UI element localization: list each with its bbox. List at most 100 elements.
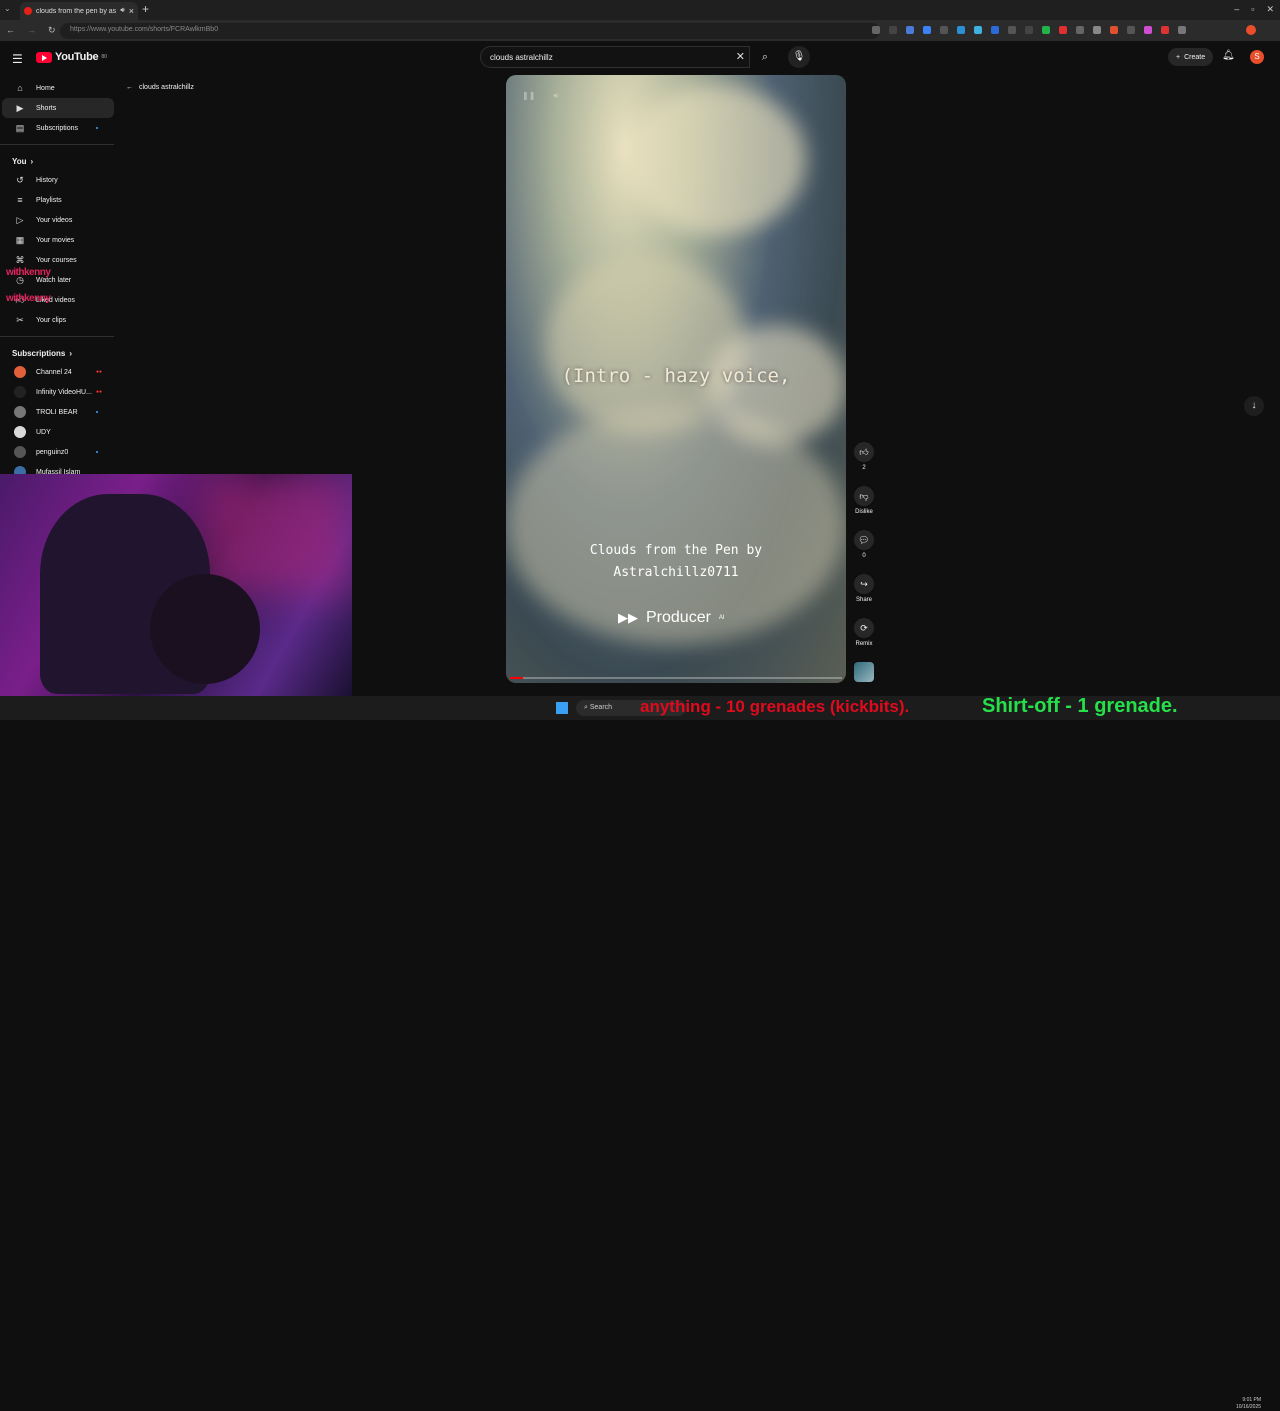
you-heading-label: You xyxy=(12,157,27,166)
back-label: clouds astralchillz xyxy=(139,84,194,91)
subscriptions-heading[interactable]: Subscriptions › xyxy=(0,343,114,362)
logo-text: YouTube xyxy=(55,51,99,63)
extension-icon[interactable] xyxy=(957,26,965,34)
tab-list-icon[interactable]: ⌄ xyxy=(4,4,11,13)
live-indicator-icon: ●● xyxy=(95,369,102,375)
youtube-logo[interactable]: YouTube 80 xyxy=(36,51,107,63)
tab-close-icon[interactable]: × xyxy=(129,6,134,16)
shorts-video-player[interactable]: ❚❚ 🔊︎ (Intro - hazy voice, Clouds from t… xyxy=(506,75,846,683)
dislike-action[interactable]: 👎︎ Dislike xyxy=(852,486,876,530)
extensions-puzzle-icon[interactable] xyxy=(1178,26,1186,34)
thumbs-down-icon[interactable]: 👎︎ xyxy=(854,486,874,506)
pause-icon[interactable]: ❚❚ xyxy=(522,91,535,101)
caption-line-2: Astralchillz0711 xyxy=(613,565,739,580)
subscriptions-heading-label: Subscriptions xyxy=(12,349,66,358)
new-tab-button[interactable]: + xyxy=(142,2,149,16)
search-input[interactable]: clouds astralchillz ✕ xyxy=(480,46,750,68)
sidebar-item-subscriptions[interactable]: ▤ Subscriptions xyxy=(2,118,114,138)
extension-icon[interactable] xyxy=(1025,26,1033,34)
extension-icon[interactable] xyxy=(974,26,982,34)
sidebar-item-label: Home xyxy=(36,84,55,92)
sidebar-item-your-movies[interactable]: ▦ Your movies xyxy=(2,230,114,250)
remix-icon[interactable]: ⟳ xyxy=(854,618,874,638)
clear-search-icon[interactable]: ✕ xyxy=(736,50,745,63)
extension-icon[interactable] xyxy=(872,26,880,34)
new-content-dot xyxy=(96,451,98,453)
extension-icon[interactable] xyxy=(1059,26,1067,34)
extension-icon[interactable] xyxy=(1127,26,1135,34)
extension-icon[interactable] xyxy=(991,26,999,34)
sidebar-channel-penguinz0[interactable]: penguinz0 xyxy=(2,442,114,462)
youtube-play-logo-icon xyxy=(36,51,52,63)
search-back-link[interactable]: ← clouds astralchillz xyxy=(126,84,194,91)
remix-action[interactable]: ⟳ Remix xyxy=(852,618,876,662)
back-icon[interactable]: ← xyxy=(6,25,15,36)
windows-start-icon[interactable] xyxy=(556,702,568,714)
nav-buttons: ← → ↻ xyxy=(6,25,56,36)
microphone-icon[interactable]: 🎙︎ xyxy=(788,46,810,68)
search-value: clouds astralchillz xyxy=(490,53,553,62)
sidebar-channel-udy[interactable]: UDY xyxy=(2,422,114,442)
browser-profile-avatar[interactable] xyxy=(1246,25,1256,35)
your-videos-icon: ▷ xyxy=(16,214,24,225)
thumbs-up-icon[interactable]: 👍︎ xyxy=(854,442,874,462)
sidebar-item-your-clips[interactable]: ✂ Your clips xyxy=(2,310,114,330)
extension-icon[interactable] xyxy=(923,26,931,34)
comments-action[interactable]: 💬︎ 0 xyxy=(852,530,876,574)
sidebar-channel-infinity[interactable]: Infinity VideoHU... ●● xyxy=(2,382,114,402)
bookmark-star-icon[interactable] xyxy=(889,26,897,34)
minimize-icon[interactable]: – xyxy=(1234,4,1239,15)
shorts-icon: ▶ xyxy=(16,102,24,113)
restore-icon[interactable]: ▫ xyxy=(1251,4,1254,15)
sound-thumbnail[interactable] xyxy=(854,662,874,682)
sidebar-item-playlists[interactable]: ≡ Playlists xyxy=(2,190,114,210)
producer-text: Producer xyxy=(646,609,711,626)
comment-icon[interactable]: 💬︎ xyxy=(854,530,874,550)
volume-icon[interactable]: 🔊︎ xyxy=(553,91,558,101)
forward-icon[interactable]: → xyxy=(27,25,36,36)
like-action[interactable]: 👍︎ 2 xyxy=(852,442,876,486)
extension-icon[interactable] xyxy=(1110,26,1118,34)
notifications-bell-icon[interactable]: 🔔︎ xyxy=(1222,50,1235,61)
reload-icon[interactable]: ↻ xyxy=(48,25,56,36)
share-action[interactable]: ↪ Share xyxy=(852,574,876,618)
system-clock[interactable]: 9:01 PM 10/16/2025 xyxy=(1236,1397,1261,1411)
share-icon[interactable]: ↪ xyxy=(854,574,874,594)
arrow-left-icon: ← xyxy=(126,84,133,91)
video-progress-bar[interactable] xyxy=(510,677,842,679)
window-close-icon[interactable]: ✕ xyxy=(1266,4,1274,15)
extension-icon[interactable] xyxy=(1076,26,1084,34)
extension-icon[interactable] xyxy=(906,26,914,34)
sidebar-channel-troli-bear[interactable]: TROLI BEAR xyxy=(2,402,114,422)
video-lyric-text: (Intro - hazy voice, xyxy=(561,365,791,387)
avatar[interactable]: S xyxy=(1250,50,1264,64)
sidebar-item-home[interactable]: ⌂ Home xyxy=(2,78,114,98)
taskbar-search-label: Search xyxy=(589,704,613,711)
extension-icon[interactable] xyxy=(1042,26,1050,34)
sidebar-item-label: Your courses xyxy=(36,256,77,264)
channel-avatar xyxy=(14,446,26,458)
sidebar-item-shorts[interactable]: ▶ Shorts xyxy=(2,98,114,118)
sidebar-item-history[interactable]: ↺ History xyxy=(2,170,114,190)
extension-icon[interactable] xyxy=(1008,26,1016,34)
extension-icon[interactable] xyxy=(1161,26,1169,34)
search-icon[interactable]: ⌕ xyxy=(752,46,778,68)
new-content-dot xyxy=(96,411,98,413)
window-controls: – ▫ ✕ xyxy=(1234,4,1274,15)
caption-line-1: Clouds from the Pen by xyxy=(589,543,763,558)
smoke-cloud-shape xyxy=(626,85,806,235)
extension-icon[interactable] xyxy=(1144,26,1152,34)
sidebar-item-your-videos[interactable]: ▷ Your videos xyxy=(2,210,114,230)
playlists-icon: ≡ xyxy=(17,195,23,205)
url-input[interactable]: https://www.youtube.com/shorts/FCRAwlkmB… xyxy=(60,23,880,39)
next-short-arrow-down-icon[interactable]: ↓ xyxy=(1244,396,1264,416)
sidebar-channel-channel-24[interactable]: Channel 24 ●● xyxy=(2,362,114,382)
chevron-right-icon: › xyxy=(69,349,73,358)
menu-icon[interactable]: ☰ xyxy=(12,52,23,66)
extension-icon[interactable] xyxy=(1093,26,1101,34)
create-button[interactable]: + Create xyxy=(1168,48,1214,66)
extension-icon[interactable] xyxy=(940,26,948,34)
tab-audio-icon[interactable]: 🔊︎ xyxy=(120,7,124,15)
browser-tab-active[interactable]: clouds from the pen by astr 🔊︎ × xyxy=(20,2,138,20)
you-heading[interactable]: You › xyxy=(0,151,114,170)
